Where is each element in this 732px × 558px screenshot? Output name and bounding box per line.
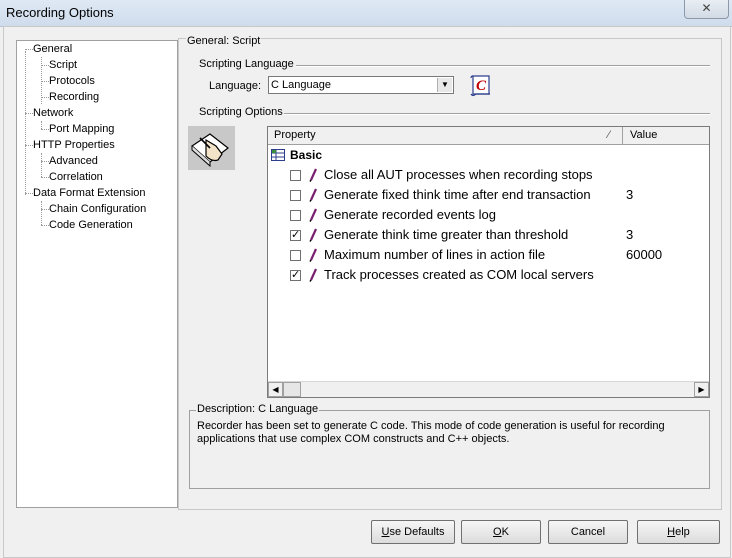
pencil-icon (308, 208, 318, 225)
scroll-left-icon[interactable]: ◀ (268, 382, 283, 397)
row-label: Generate recorded events log (324, 207, 496, 222)
row-label: Track processes created as COM local ser… (324, 267, 594, 282)
tree-connector (41, 153, 42, 177)
panel-header: General: Script (186, 35, 262, 47)
property-row[interactable]: ✓ Generate think time greater than thres… (268, 225, 709, 245)
tree-item-data-format-extension[interactable]: Data Format Extension (33, 187, 146, 200)
row-value[interactable]: 3 (626, 187, 633, 202)
cancel-label: Cancel (570, 526, 606, 538)
ok-label: K (501, 526, 509, 538)
grid-header: Property ⁄ Value (268, 127, 709, 145)
close-button[interactable]: ✕ (684, 0, 729, 19)
tree-item-recording[interactable]: Recording (49, 91, 99, 104)
column-divider[interactable] (622, 127, 623, 144)
scroll-right-icon[interactable]: ▶ (694, 382, 709, 397)
help-label: elp (675, 526, 690, 538)
c-script-icon: C (469, 73, 495, 102)
grid-icon (271, 149, 285, 164)
pencil-icon (308, 248, 318, 265)
pencil-icon (308, 268, 318, 285)
row-label: Close all AUT processes when recording s… (324, 167, 593, 182)
column-header-value[interactable]: Value (630, 129, 657, 141)
horizontal-scrollbar[interactable]: ◀ ▶ (268, 381, 709, 397)
description-title: Description: C Language (196, 403, 320, 415)
property-row[interactable]: Close all AUT processes when recording s… (268, 165, 709, 185)
row-checkbox[interactable] (290, 210, 301, 221)
cancel-button[interactable]: Cancel (548, 520, 628, 544)
help-button[interactable]: Help (637, 520, 720, 544)
scroll-thumb[interactable] (283, 382, 301, 397)
writing-hand-icon (188, 126, 235, 170)
row-checkbox[interactable] (290, 250, 301, 261)
pencil-icon (308, 188, 318, 205)
row-value[interactable]: 3 (626, 227, 633, 242)
row-checkbox-checked[interactable]: ✓ (290, 230, 301, 241)
sort-icon: ⁄ (608, 129, 610, 141)
help-mnemonic: H (667, 526, 676, 538)
row-checkbox[interactable] (290, 170, 301, 181)
row-label: Generate fixed think time after end tran… (324, 187, 591, 202)
tree-connector (41, 201, 42, 225)
column-header-property[interactable]: Property (274, 129, 316, 141)
tree-item-http-properties[interactable]: HTTP Properties (33, 139, 115, 152)
pencil-icon (308, 168, 318, 185)
description-text: Recorder has been set to generate C code… (197, 420, 665, 445)
language-label: Language: (209, 80, 261, 92)
tree-item-correlation[interactable]: Correlation (49, 171, 103, 184)
use-defaults-label: se Defaults (389, 526, 445, 538)
divider (282, 113, 710, 115)
chevron-down-icon[interactable]: ▼ (437, 78, 452, 92)
use-defaults-button[interactable]: Use Defaults (371, 520, 455, 544)
window-title: Recording Options (6, 5, 114, 20)
property-row[interactable]: Maximum number of lines in action file 6… (268, 245, 709, 265)
category-label: Basic (290, 148, 323, 162)
property-row[interactable]: ✓ Track processes created as COM local s… (268, 265, 709, 285)
tree-item-protocols[interactable]: Protocols (49, 75, 95, 88)
row-label: Generate think time greater than thresho… (324, 227, 569, 242)
pencil-icon (308, 228, 318, 245)
tree-item-chain-configuration[interactable]: Chain Configuration (49, 203, 146, 216)
row-checkbox-checked[interactable]: ✓ (290, 270, 301, 281)
tree-item-port-mapping[interactable]: Port Mapping (49, 123, 114, 136)
ok-mnemonic: O (493, 526, 502, 538)
tree-item-general[interactable]: General (33, 43, 72, 56)
scripting-options-group-title: Scripting Options (198, 106, 284, 118)
property-grid[interactable]: Property ⁄ Value Basic Close all AUT pro… (267, 126, 710, 398)
tree-item-network[interactable]: Network (33, 107, 73, 120)
options-tree[interactable]: General Script Protocols Recording Netwo… (16, 40, 178, 508)
scripting-language-group-title: Scripting Language (198, 58, 295, 70)
property-row[interactable]: Generate fixed think time after end tran… (268, 185, 709, 205)
tree-item-advanced[interactable]: Advanced (49, 155, 98, 168)
tree-item-script[interactable]: Script (49, 59, 77, 72)
tree-item-code-generation[interactable]: Code Generation (49, 219, 133, 232)
svg-text:C: C (476, 78, 487, 94)
ok-button[interactable]: OK (461, 520, 541, 544)
language-select[interactable]: C Language ▼ (268, 76, 454, 94)
close-icon: ✕ (701, 1, 712, 15)
tree-connector (41, 121, 42, 129)
row-value[interactable]: 60000 (626, 247, 662, 262)
tree-connector (25, 51, 26, 195)
category-row[interactable]: Basic (268, 145, 709, 165)
row-label: Maximum number of lines in action file (324, 247, 546, 262)
language-select-value: C Language (271, 79, 331, 91)
property-row[interactable]: Generate recorded events log (268, 205, 709, 225)
row-checkbox[interactable] (290, 190, 301, 201)
divider (296, 65, 710, 67)
